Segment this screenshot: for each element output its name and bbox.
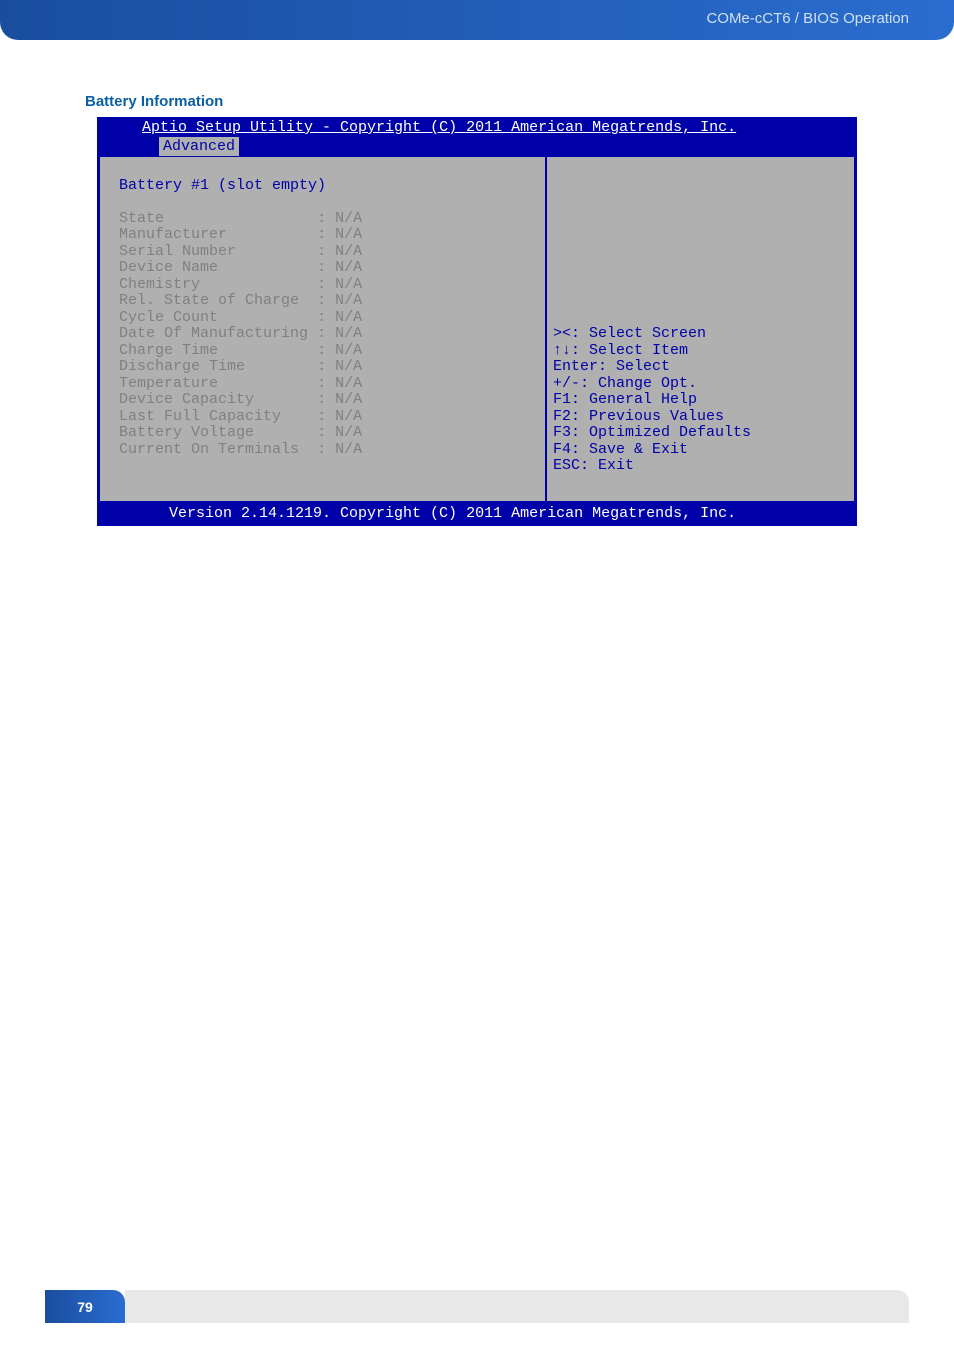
list-item: Rel. State of Charge : N/A [110,292,362,309]
field-label: Manufacturer [119,226,227,243]
list-item: Battery Voltage : N/A [110,424,362,441]
section-title: Battery Information [85,93,223,110]
help-line: +/-: Change Opt. [553,375,697,392]
pane-title: Battery #1 (slot empty) [110,177,326,194]
help-line: Enter: Select [553,358,670,375]
bios-screenshot: .....Aptio Setup Utility - Copyright (C)… [97,117,857,526]
page-header-bar: COMe-cCT6 / BIOS Operation [0,0,954,40]
field-label: Serial Number [119,243,236,260]
field-value: N/A [335,424,362,441]
field-label: Discharge Time [119,358,245,375]
list-item: Chemistry : N/A [110,276,362,293]
list-item: Device Capacity : N/A [110,391,362,408]
help-line: ><: Select Screen [553,325,706,342]
list-item: Serial Number : N/A [110,243,362,260]
help-blank [553,276,562,293]
list-item: Date Of Manufacturing : N/A [110,325,362,342]
help-blank [553,226,562,243]
list-item: Device Name : N/A [110,259,362,276]
field-value: N/A [335,358,362,375]
help-line: ↑↓: Select Item [553,342,688,359]
help-line: F2: Previous Values [553,408,724,425]
field-label: State [119,210,164,227]
breadcrumb: COMe-cCT6 / BIOS Operation [706,10,909,27]
list-item: Temperature : N/A [110,375,362,392]
help-line: F1: General Help [553,391,697,408]
bios-tab-row: Advanced [97,137,857,157]
help-blank [553,177,562,194]
field-value: N/A [335,391,362,408]
field-value: N/A [335,292,362,309]
help-blank [553,210,562,227]
field-label: Battery Voltage [119,424,254,441]
bios-title: .....Aptio Setup Utility - Copyright (C)… [97,117,857,137]
help-blank [553,243,562,260]
help-line: F3: Optimized Defaults [553,424,751,441]
field-label: Rel. State of Charge [119,292,299,309]
field-label: Temperature [119,375,218,392]
field-value: N/A [335,226,362,243]
field-value: N/A [335,325,362,342]
help-line: F4: Save & Exit [553,441,688,458]
document-page: COMe-cCT6 / BIOS Operation Battery Infor… [0,0,954,1351]
field-value: N/A [335,276,362,293]
bios-body: Battery #1 (slot empty) State : N/A Manu… [97,157,857,504]
page-number: 79 [45,1290,125,1323]
list-item: State : N/A [110,210,362,227]
page-footer-strip [125,1290,909,1323]
field-label: Cycle Count [119,309,218,326]
field-value: N/A [335,210,362,227]
help-blank [553,259,562,276]
help-blank [553,193,562,210]
list-item: Manufacturer : N/A [110,226,362,243]
field-label: Date Of Manufacturing [119,325,308,342]
field-value: N/A [335,259,362,276]
list-item: Charge Time : N/A [110,342,362,359]
field-value: N/A [335,375,362,392]
help-blank [553,292,562,309]
list-item: Cycle Count : N/A [110,309,362,326]
field-label: Current On Terminals [119,441,299,458]
list-item: Discharge Time : N/A [110,358,362,375]
list-item: Last Full Capacity : N/A [110,408,362,425]
field-label: Device Name [119,259,218,276]
field-value: N/A [335,441,362,458]
field-value: N/A [335,309,362,326]
field-label: Charge Time [119,342,218,359]
field-value: N/A [335,408,362,425]
field-label: Device Capacity [119,391,254,408]
help-blank [553,309,562,326]
field-label: Last Full Capacity [119,408,281,425]
help-line: ESC: Exit [553,457,634,474]
field-value: N/A [335,342,362,359]
field-value: N/A [335,243,362,260]
bios-help-pane: ><: Select Screen ↑↓: Select Item Enter:… [547,157,854,501]
bios-left-pane: Battery #1 (slot empty) State : N/A Manu… [100,157,547,501]
bios-footer: ........Version 2.14.1219. Copyright (C)… [97,504,857,526]
list-item: Current On Terminals : N/A [110,441,362,458]
tab-advanced[interactable]: Advanced [159,137,239,156]
field-label: Chemistry [119,276,200,293]
